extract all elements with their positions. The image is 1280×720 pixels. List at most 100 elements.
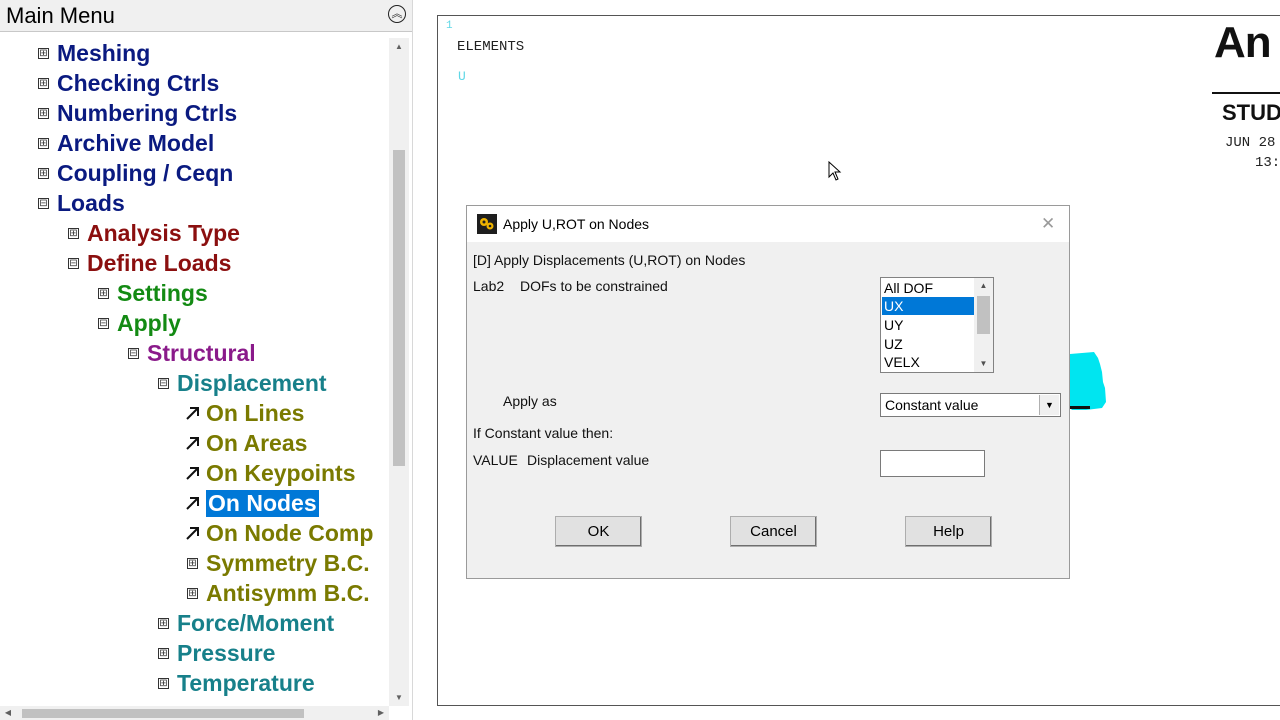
scroll-thumb[interactable]: [393, 150, 405, 466]
menu-item-displacement[interactable]: ⊟ Displacement: [158, 368, 327, 398]
menu-item-force-moment[interactable]: ⊞ Force/Moment: [158, 608, 334, 638]
expand-icon[interactable]: ⊞: [38, 137, 49, 149]
main-menu-title: Main Menu: [6, 3, 115, 28]
help-button[interactable]: Help: [905, 516, 992, 547]
expand-icon[interactable]: ⊞: [38, 167, 49, 179]
dof-option-all[interactable]: All DOF: [882, 279, 974, 297]
scroll-up-icon[interactable]: ▲: [974, 278, 993, 294]
apply-as-label: Apply as: [503, 393, 557, 409]
main-menu-header: Main Menu ︽: [0, 0, 412, 32]
menu-item-settings[interactable]: ⊞ Settings: [98, 278, 208, 308]
pick-arrow-icon: [184, 525, 201, 542]
menu-item-label: Antisymm B.C.: [206, 579, 370, 606]
scroll-down-icon[interactable]: ▼: [389, 689, 409, 706]
menu-item-label: On Lines: [206, 399, 305, 426]
collapse-icon[interactable]: ⊟: [38, 197, 49, 209]
dof-option-uz[interactable]: UZ: [882, 335, 974, 353]
value-key: VALUE: [473, 452, 518, 468]
expand-icon[interactable]: ⊞: [68, 227, 79, 239]
menu-item-label: Symmetry B.C.: [206, 549, 370, 576]
dialog-titlebar[interactable]: Apply U,ROT on Nodes ✕: [467, 206, 1069, 242]
displacement-value-input[interactable]: [880, 450, 985, 477]
ok-button[interactable]: OK: [555, 516, 642, 547]
scroll-up-icon[interactable]: ▲: [389, 38, 409, 55]
scroll-down-icon[interactable]: ▼: [974, 356, 993, 372]
menu-item-meshing[interactable]: ⊞ Meshing: [38, 38, 150, 68]
expand-icon[interactable]: ⊞: [38, 77, 49, 89]
menu-item-on-lines[interactable]: On Lines: [184, 398, 304, 428]
close-icon[interactable]: ✕: [1041, 214, 1055, 234]
scroll-left-icon[interactable]: ◀: [0, 706, 16, 720]
apply-as-dropdown[interactable]: Constant value ▼: [880, 393, 1061, 417]
main-menu-panel: Main Menu ︽ ⊞ Meshing ⊞ Checking Ctrls ⊞…: [0, 0, 413, 720]
menu-item-label: Coupling / Ceqn: [57, 159, 234, 186]
expand-icon[interactable]: ⊞: [38, 47, 49, 59]
collapse-menu-icon[interactable]: ︽: [388, 5, 406, 23]
scroll-right-icon[interactable]: ▶: [373, 706, 389, 720]
plot-time: 13:: [1255, 155, 1280, 171]
menu-item-structural[interactable]: ⊟ Structural: [128, 338, 256, 368]
menu-item-antisymm-bc[interactable]: ⊞ Antisymm B.C.: [187, 578, 370, 608]
menu-item-pressure[interactable]: ⊞ Pressure: [158, 638, 275, 668]
menu-item-analysis-type[interactable]: ⊞ Analysis Type: [68, 218, 240, 248]
scroll-thumb[interactable]: [22, 709, 304, 718]
legend-label: U: [458, 69, 466, 84]
expand-icon[interactable]: ⊞: [158, 617, 169, 629]
menu-item-define-loads[interactable]: ⊟ Define Loads: [68, 248, 231, 278]
collapse-icon[interactable]: ⊟: [68, 257, 79, 269]
menu-item-label: Settings: [117, 279, 208, 306]
dof-listbox[interactable]: All DOF UX UY UZ VELX ▲ ▼: [880, 277, 994, 373]
menu-item-label: Loads: [57, 189, 125, 216]
menu-item-loads[interactable]: ⊟ Loads: [38, 188, 125, 218]
chevron-down-icon[interactable]: ▼: [1039, 395, 1059, 415]
menu-item-label: Meshing: [57, 39, 151, 66]
menu-item-label: Structural: [147, 339, 256, 366]
menu-item-archive-model[interactable]: ⊞ Archive Model: [38, 128, 214, 158]
scroll-thumb[interactable]: [977, 296, 990, 334]
dof-list-scrollbar[interactable]: ▲ ▼: [974, 278, 993, 372]
dialog-heading: [D] Apply Displacements (U,ROT) on Nodes: [473, 252, 746, 268]
menu-item-label: On Node Comp: [206, 519, 374, 546]
dialog-title: Apply U,ROT on Nodes: [503, 216, 650, 232]
expand-icon[interactable]: ⊞: [187, 587, 198, 599]
collapse-icon[interactable]: ⊟: [128, 347, 139, 359]
dof-option-velx[interactable]: VELX: [882, 353, 974, 371]
menu-item-symmetry-bc[interactable]: ⊞ Symmetry B.C.: [187, 548, 370, 578]
menu-item-label: Checking Ctrls: [57, 69, 220, 96]
brand-logo: An: [1214, 18, 1272, 67]
menu-item-on-nodes[interactable]: On Nodes: [184, 488, 319, 518]
menu-item-temperature[interactable]: ⊞ Temperature: [158, 668, 315, 698]
expand-icon[interactable]: ⊞: [158, 647, 169, 659]
plot-date: JUN 28: [1225, 135, 1276, 151]
pick-arrow-icon: [184, 405, 201, 422]
menu-horizontal-scrollbar[interactable]: ◀ ▶: [0, 706, 389, 720]
lab2-key: Lab2: [473, 278, 505, 294]
menu-item-coupling-ceqn[interactable]: ⊞ Coupling / Ceqn: [38, 158, 233, 188]
menu-item-on-node-comp[interactable]: On Node Comp: [184, 518, 373, 548]
menu-item-on-areas[interactable]: On Areas: [184, 428, 307, 458]
expand-icon[interactable]: ⊞: [38, 107, 49, 119]
dof-option-uy[interactable]: UY: [882, 316, 974, 334]
menu-item-label: On Keypoints: [206, 459, 356, 486]
dof-option-ux[interactable]: UX: [882, 297, 974, 315]
menu-item-numbering-ctrls[interactable]: ⊞ Numbering Ctrls: [38, 98, 237, 128]
cancel-button[interactable]: Cancel: [730, 516, 817, 547]
expand-icon[interactable]: ⊞: [187, 557, 198, 569]
menu-item-on-keypoints[interactable]: On Keypoints: [184, 458, 356, 488]
if-constant-label: If Constant value then:: [473, 425, 614, 441]
plot-label: ELEMENTS: [457, 39, 525, 55]
menu-item-label: Apply: [117, 309, 181, 336]
menu-vertical-scrollbar[interactable]: ▲ ▼: [389, 38, 409, 706]
menu-item-checking-ctrls[interactable]: ⊞ Checking Ctrls: [38, 68, 219, 98]
menu-item-apply[interactable]: ⊟ Apply: [98, 308, 181, 338]
menu-item-label: Force/Moment: [177, 609, 335, 636]
collapse-icon[interactable]: ⊟: [98, 317, 109, 329]
menu-item-label: Define Loads: [87, 249, 232, 276]
menu-item-label: Temperature: [177, 669, 315, 696]
collapse-icon[interactable]: ⊟: [158, 377, 169, 389]
pick-arrow-icon: [184, 465, 201, 482]
expand-icon[interactable]: ⊞: [98, 287, 109, 299]
pick-arrow-icon: [184, 435, 201, 452]
expand-icon[interactable]: ⊞: [158, 677, 169, 689]
menu-item-label: Analysis Type: [87, 219, 240, 246]
